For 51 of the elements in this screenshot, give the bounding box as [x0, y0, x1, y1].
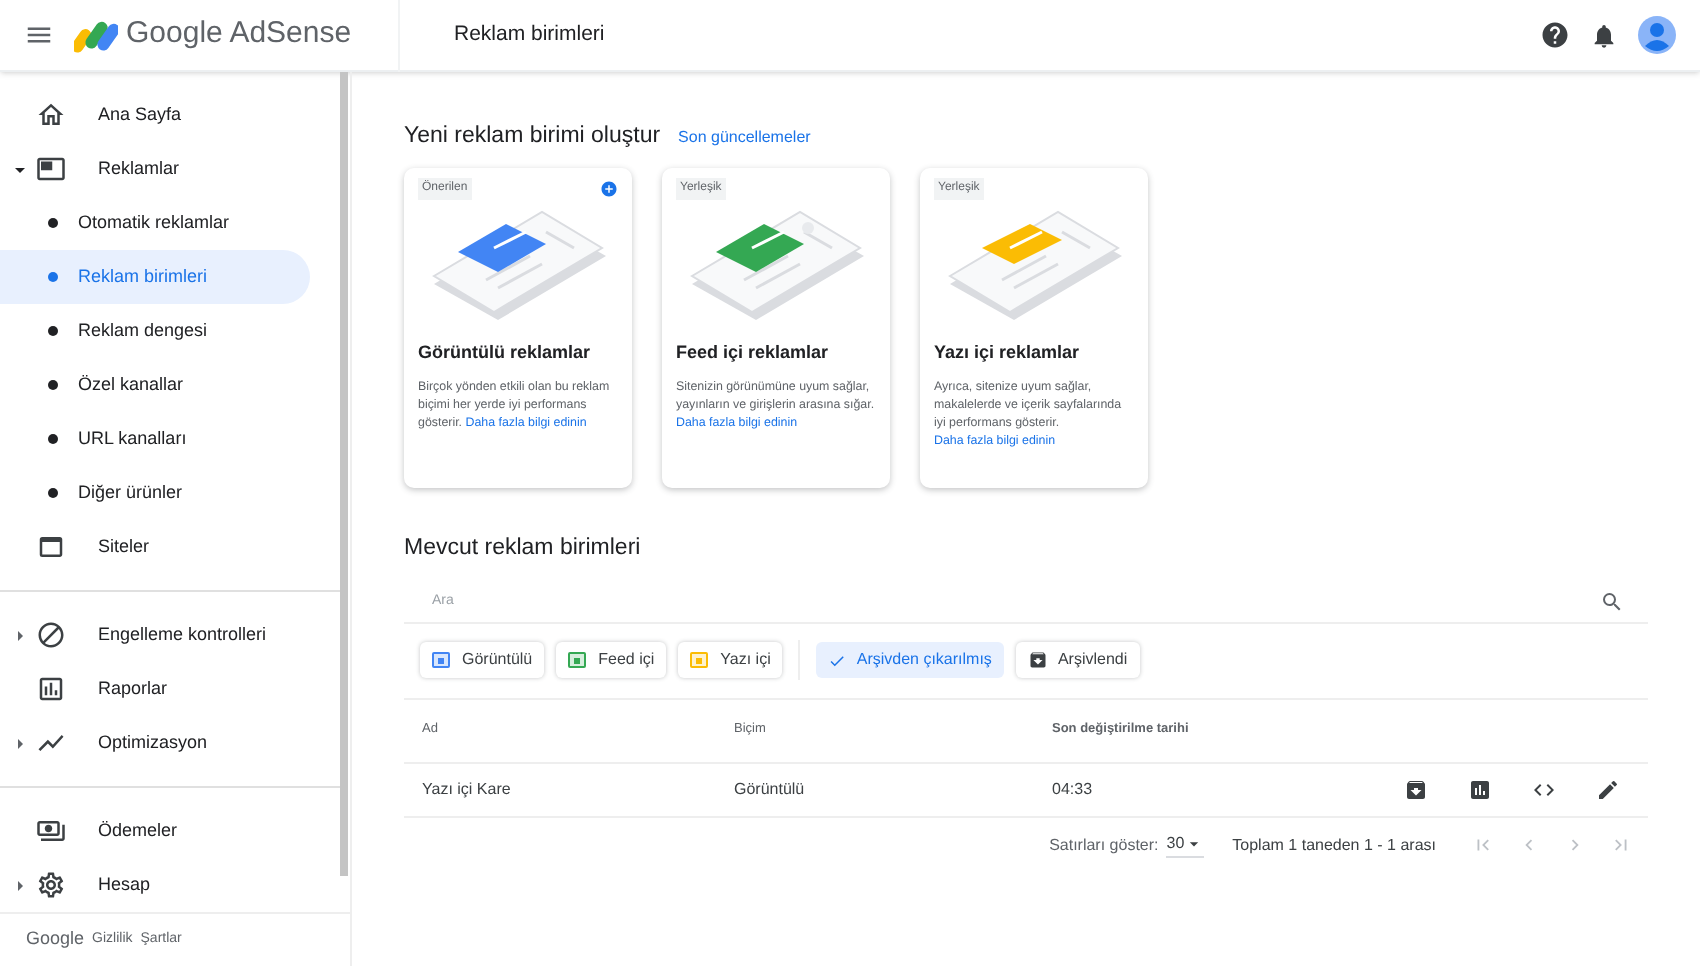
website-icon: [36, 532, 66, 562]
rows-per-page-select[interactable]: 30: [1166, 832, 1205, 858]
card-title: Yazı içi reklamlar: [934, 340, 1082, 367]
notifications-icon[interactable]: [1590, 21, 1618, 49]
settings-icon: [36, 870, 66, 900]
sidebar-subitem[interactable]: Reklam dengesi: [0, 304, 310, 358]
sidebar-subitem[interactable]: Otomatik reklamlar: [0, 196, 310, 250]
table-cell-text: Yazı içi Kare: [422, 777, 513, 801]
type-filter-chip[interactable]: Görüntülü: [420, 642, 545, 678]
status-filter-chip[interactable]: Arşivlendi: [1015, 642, 1140, 678]
type-filter-chip[interactable]: Yazı içi: [678, 642, 783, 678]
pagination-summary: Toplam 1 taneden 1 - 1 arası: [1232, 833, 1436, 857]
edit-icon[interactable]: [1596, 777, 1620, 801]
type-filter-chip[interactable]: Feed içi: [556, 642, 667, 678]
report-icon: [36, 674, 66, 704]
sidebar-item[interactable]: Ana Sayfa: [98, 101, 182, 129]
archive-icon: [1027, 650, 1048, 670]
section-title: Mevcut reklam birimleri: [404, 534, 643, 565]
status-filter-chip[interactable]: Arşivden çıkarılmış: [816, 642, 1004, 678]
sidebar-subitem[interactable]: Diğer ürünler: [0, 466, 310, 520]
section-title: Yeni reklam birimi oluştur: [404, 122, 661, 152]
search-icon[interactable]: [1600, 590, 1624, 614]
sidebar-item[interactable]: Hesap: [98, 871, 151, 899]
sidebar-item[interactable]: Engelleme kontrolleri: [98, 621, 267, 649]
card-title: Feed içi reklamlar: [676, 340, 831, 367]
product-name: Google AdSense: [126, 14, 352, 55]
archive-icon[interactable]: [1404, 777, 1428, 801]
help-icon[interactable]: [1540, 20, 1570, 50]
ad-frame-icon: [36, 154, 66, 184]
footer-brand: Google: [26, 926, 85, 953]
sidebar-item[interactable]: Raporlar: [98, 675, 168, 703]
table-cell-text: Görüntülü: [734, 777, 807, 801]
sidebar-item[interactable]: Optimizasyon: [98, 729, 208, 757]
payment-icon: [36, 816, 66, 846]
sidebar-subitem[interactable]: URL kanalları: [0, 412, 310, 466]
home-icon: [36, 100, 66, 130]
sidebar-item[interactable]: Ödemeler: [98, 817, 178, 845]
check-icon: [828, 651, 847, 669]
avatar-icon[interactable]: [1638, 16, 1676, 54]
sidebar-item[interactable]: Reklamlar: [98, 155, 180, 183]
updates-link[interactable]: Son güncellemeler: [678, 126, 811, 150]
rows-per-page-label: Satırları göster:: [1049, 833, 1159, 857]
logo-icon: [74, 17, 118, 53]
table-cell: 04:33: [1052, 777, 1093, 801]
sidebar-item[interactable]: Siteler: [98, 533, 150, 561]
card-title: Görüntülü reklamlar: [418, 340, 593, 367]
sidebar-subitem[interactable]: Özel kanallar: [0, 358, 310, 412]
block-icon: [36, 620, 66, 650]
sidebar-subitem[interactable]: Reklam birimleri: [0, 250, 310, 304]
report-icon[interactable]: [1468, 777, 1492, 801]
page-title: Reklam birimleri: [454, 19, 605, 50]
